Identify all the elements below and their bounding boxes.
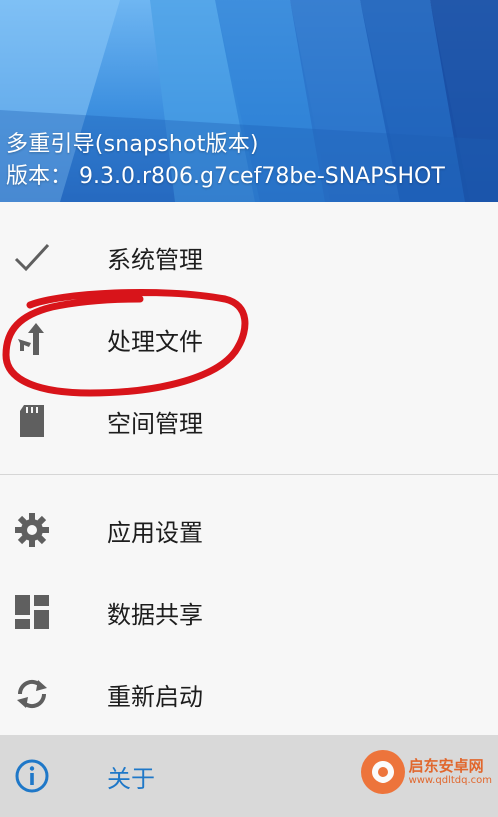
watermark-logo-icon <box>360 750 405 794</box>
menu-item-label: 应用设置 <box>107 518 203 547</box>
version-text: 版本： 9.3.0.r806.g7cef78be-SNAPSHOT <box>6 164 445 189</box>
menu-item-label: 空间管理 <box>107 409 203 438</box>
menu-item-label: 重新启动 <box>107 682 203 711</box>
menu-item-system[interactable]: 系统管理 <box>0 216 498 298</box>
navigation-menu: 系统管理 处理文件 空间管理 应用设置 数据共享 重新启动 关于 <box>0 202 498 817</box>
menu-item-settings[interactable]: 应用设置 <box>0 489 498 571</box>
menu-item-label: 系统管理 <box>107 245 203 274</box>
info-icon <box>14 758 50 794</box>
watermark-url: www.qdltdq.com <box>408 774 492 786</box>
check-icon <box>14 239 50 275</box>
menu-divider <box>0 474 498 475</box>
refresh-icon <box>14 676 50 712</box>
menu-item-files[interactable]: 处理文件 <box>0 298 498 380</box>
gear-icon <box>14 512 50 548</box>
menu-item-storage[interactable]: 空间管理 <box>0 380 498 462</box>
sd-card-icon <box>14 403 50 439</box>
menu-item-data-share[interactable]: 数据共享 <box>0 571 498 653</box>
menu-item-label: 关于 <box>107 764 155 793</box>
app-header: 多重引导(snapshot版本) 版本： 9.3.0.r806.g7cef78b… <box>0 0 498 202</box>
watermark: 启东安卓网 www.qdltdq.com <box>360 750 492 794</box>
app-title: 多重引导(snapshot版本) <box>6 132 259 157</box>
menu-item-reboot[interactable]: 重新启动 <box>0 653 498 735</box>
menu-item-label: 数据共享 <box>107 600 203 629</box>
dashboard-icon <box>14 594 50 630</box>
watermark-name: 启东安卓网 <box>408 757 484 776</box>
merge-arrow-icon <box>14 321 50 357</box>
menu-item-label: 处理文件 <box>107 327 203 356</box>
